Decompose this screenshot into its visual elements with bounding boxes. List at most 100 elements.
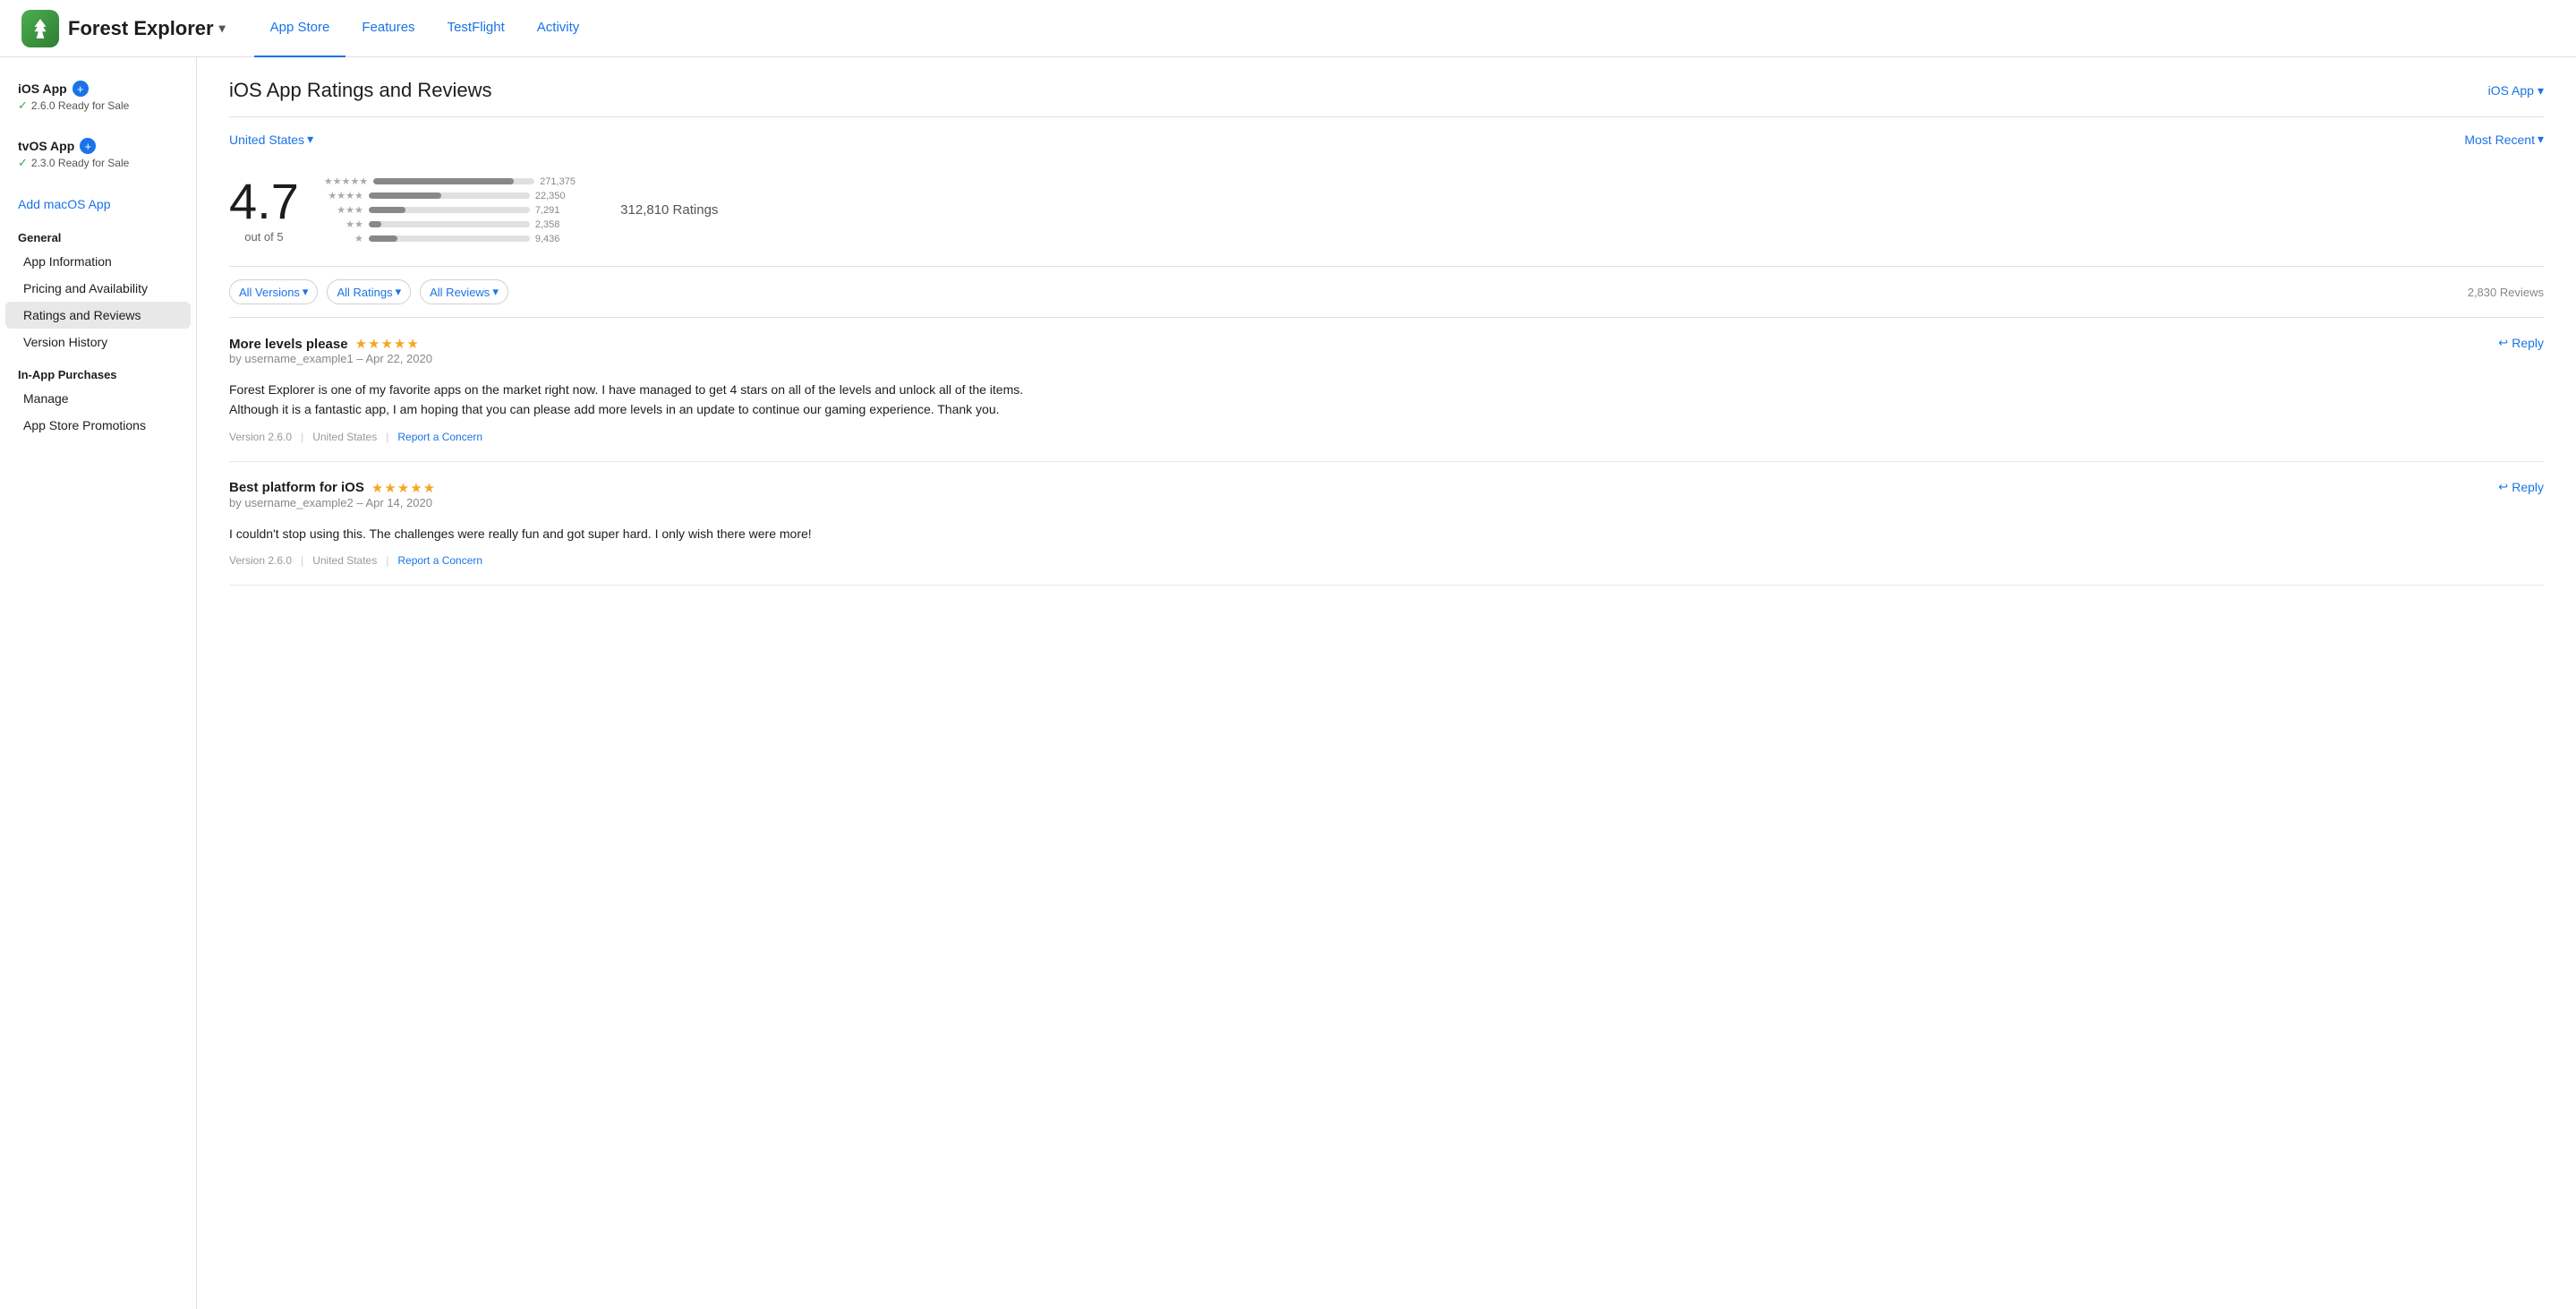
star-row: ★★★★★ 271,375 (324, 175, 581, 187)
report-concern-link[interactable]: Report a Concern (397, 431, 482, 443)
ios-app-header-label: iOS App (2488, 83, 2534, 98)
nav-features[interactable]: Features (345, 0, 431, 57)
sidebar-item-app-store-promotions[interactable]: App Store Promotions (5, 412, 191, 439)
reply-label: Reply (2512, 480, 2544, 494)
total-reviews-count: 2,830 Reviews (2468, 286, 2544, 299)
chevron-down-icon: ▾ (303, 285, 309, 299)
versions-filter-pill[interactable]: All Versions ▾ (229, 279, 318, 304)
nav-links: App Store Features TestFlight Activity (254, 0, 596, 57)
star-label: ★★★★★ (324, 175, 368, 187)
separator: | (386, 431, 388, 443)
nav-testflight[interactable]: TestFlight (431, 0, 521, 57)
review-body: Forest Explorer is one of my favorite ap… (229, 380, 1035, 420)
star-count: 271,375 (540, 176, 581, 187)
sort-filter-dropdown[interactable]: Most Recent ▾ (2464, 132, 2544, 147)
ratings-summary: 4.7 out of 5 ★★★★★ 271,375 ★★★★ 22,350 ★… (229, 161, 2544, 267)
nav-app-store[interactable]: App Store (254, 0, 346, 57)
sidebar-item-ratings-reviews[interactable]: Ratings and Reviews (5, 302, 191, 329)
star-bar-fill (369, 235, 397, 242)
star-bar-background (369, 221, 530, 227)
app-title[interactable]: Forest Explorer ▾ (68, 17, 226, 40)
tvos-app-status: ✓ 2.3.0 Ready for Sale (18, 156, 178, 170)
star-bar-background (369, 207, 530, 213)
sidebar-iap-label: In-App Purchases (0, 355, 196, 385)
review-country: United States (312, 431, 377, 443)
review-item-2: Best platform for iOS ★★★★★ by username_… (229, 462, 2544, 586)
review-item-1: More levels please ★★★★★ by username_exa… (229, 318, 2544, 462)
star-bar-fill (369, 207, 405, 213)
star-count: 22,350 (535, 191, 576, 201)
sidebar-tvos-app-section: tvOS App + ✓ 2.3.0 Ready for Sale (0, 133, 196, 175)
review-body: I couldn't stop using this. The challeng… (229, 524, 1035, 543)
total-ratings: 312,810 Ratings (620, 202, 718, 218)
sidebar-item-manage[interactable]: Manage (5, 385, 191, 412)
star-count: 2,358 (535, 219, 576, 230)
reviews-filter-bar: All Versions ▾ All Ratings ▾ All Reviews… (229, 267, 2544, 318)
ratings-filter-pill[interactable]: All Ratings ▾ (327, 279, 411, 304)
tvos-app-label: tvOS App (18, 139, 74, 153)
star-row: ★ 9,436 (324, 233, 581, 244)
out-of-label: out of 5 (229, 230, 299, 244)
separator: | (386, 554, 388, 567)
star-label: ★★★ (324, 204, 363, 216)
review-title: More levels please (229, 337, 348, 352)
sidebar-ios-app-section: iOS App + ✓ 2.6.0 Ready for Sale (0, 75, 196, 118)
sidebar-ios-app-title: iOS App + (18, 81, 178, 97)
main-content: iOS App Ratings and Reviews iOS App ▾ Un… (197, 57, 2576, 1309)
page-title: iOS App Ratings and Reviews (229, 79, 492, 102)
chevron-down-icon: ▾ (2538, 132, 2544, 147)
filter-row: United States ▾ Most Recent ▾ (229, 117, 2544, 161)
review-version: Version 2.6.0 (229, 431, 292, 443)
ios-app-dropdown[interactable]: iOS App ▾ (2488, 83, 2544, 98)
star-label: ★★ (324, 218, 363, 230)
star-row: ★★★ 7,291 (324, 204, 581, 216)
star-count: 7,291 (535, 205, 576, 216)
reply-icon: ↩ (2498, 480, 2508, 494)
app-logo-icon (21, 10, 59, 47)
top-navigation: Forest Explorer ▾ App Store Features Tes… (0, 0, 2576, 57)
star-bar-fill (369, 221, 381, 227)
sidebar-item-version-history[interactable]: Version History (5, 329, 191, 355)
ios-app-add-button[interactable]: + (73, 81, 89, 97)
app-name-label: Forest Explorer (68, 17, 214, 40)
reviews-filter-pill[interactable]: All Reviews ▾ (420, 279, 508, 304)
tvos-version-status: 2.3.0 Ready for Sale (31, 157, 129, 169)
review-footer: Version 2.6.0 | United States | Report a… (229, 554, 2544, 567)
star-row: ★★ 2,358 (324, 218, 581, 230)
review-title-row: More levels please ★★★★★ (229, 336, 432, 352)
review-header: More levels please ★★★★★ by username_exa… (229, 336, 2544, 374)
reply-label: Reply (2512, 336, 2544, 350)
reviews-list: More levels please ★★★★★ by username_exa… (229, 318, 2544, 586)
review-author-date: by username_example2 – Apr 14, 2020 (229, 496, 436, 509)
status-check-icon: ✓ (18, 98, 28, 113)
sidebar-item-app-information[interactable]: App Information (5, 248, 191, 275)
star-count: 9,436 (535, 234, 576, 244)
review-stars: ★★★★★ (355, 336, 420, 352)
separator: | (301, 554, 303, 567)
tvos-status-check-icon: ✓ (18, 156, 28, 170)
chevron-down-icon: ▾ (396, 285, 402, 299)
tvos-app-add-button[interactable]: + (80, 138, 96, 154)
review-stars: ★★★★★ (371, 480, 436, 496)
ios-app-status: ✓ 2.6.0 Ready for Sale (18, 98, 178, 113)
review-footer: Version 2.6.0 | United States | Report a… (229, 431, 2544, 443)
nav-activity[interactable]: Activity (521, 0, 596, 57)
sidebar-general-label: General (0, 218, 196, 248)
ratings-filter-label: All Ratings (337, 286, 392, 299)
stars-breakdown: ★★★★★ 271,375 ★★★★ 22,350 ★★★ 7,291 ★★ 2… (324, 175, 581, 244)
big-rating: 4.7 out of 5 (229, 176, 299, 244)
chevron-down-icon: ▾ (492, 285, 499, 299)
versions-filter-label: All Versions (239, 286, 300, 299)
report-concern-link[interactable]: Report a Concern (397, 554, 482, 567)
reply-button[interactable]: ↩ Reply (2498, 480, 2544, 494)
country-filter-dropdown[interactable]: United States ▾ (229, 132, 313, 147)
review-title-group: More levels please ★★★★★ by username_exa… (229, 336, 432, 374)
review-country: United States (312, 554, 377, 567)
rating-number: 4.7 (229, 176, 299, 227)
add-macos-link[interactable]: Add macOS App (0, 190, 196, 218)
sidebar-tvos-app-title: tvOS App + (18, 138, 178, 154)
sidebar-item-pricing[interactable]: Pricing and Availability (5, 275, 191, 302)
review-title: Best platform for iOS (229, 480, 364, 495)
review-author-date: by username_example1 – Apr 22, 2020 (229, 352, 432, 365)
reply-button[interactable]: ↩ Reply (2498, 336, 2544, 350)
